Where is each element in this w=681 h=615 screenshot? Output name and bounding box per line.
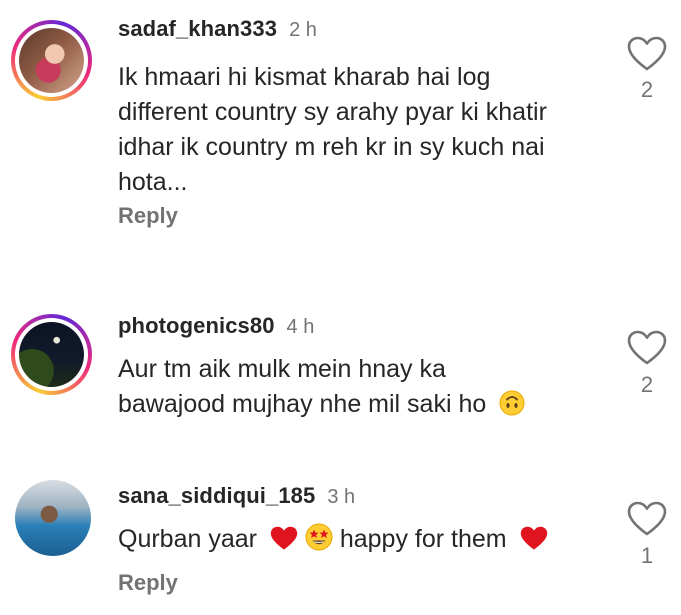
timestamp: 2 h <box>289 19 317 41</box>
username[interactable]: sadaf_khan333 <box>118 16 277 42</box>
username[interactable]: sana_siddiqui_185 <box>118 483 315 509</box>
comment-text: Ik hmaari hi kismat kharab hai log diffe… <box>118 60 598 200</box>
comment-item: sadaf_khan333 2 h Ik hmaari hi kismat kh… <box>0 0 681 260</box>
profile-photo <box>19 28 84 93</box>
comment-line: bawajood mujhay nhe mil saki ho <box>118 387 598 426</box>
username[interactable]: photogenics80 <box>118 313 275 339</box>
comment-text: Aur tm aik mulk mein hnay ka bawajood mu… <box>118 352 598 426</box>
comment-header: sadaf_khan333 2 h <box>118 16 317 42</box>
profile-photo <box>19 322 84 387</box>
star-struck-icon <box>305 523 333 561</box>
comment-line: hota... <box>118 168 188 196</box>
comment-line-text: bawajood mujhay nhe mil saki ho <box>118 390 487 418</box>
timestamp: 4 h <box>286 316 315 338</box>
comment-header: photogenics80 4 h <box>118 313 314 339</box>
profile-photo <box>15 480 91 556</box>
upside-down-face-icon <box>499 390 525 426</box>
like-heart-icon[interactable] <box>627 330 667 366</box>
like-count: 1 <box>640 543 654 568</box>
like-heart-icon[interactable] <box>627 501 667 537</box>
comment-text-part: happy for them <box>339 525 507 553</box>
reply-button[interactable]: Reply <box>118 203 178 229</box>
comment-line: idhar ik country m reh kr in sy kuch nai <box>118 133 545 161</box>
comment-text: Qurban yaar happy for them <box>118 522 598 561</box>
like-heart-icon[interactable] <box>627 36 667 72</box>
comment-item: photogenics80 4 h Aur tm aik mulk mein h… <box>0 300 681 460</box>
avatar[interactable] <box>15 480 91 556</box>
red-heart-icon <box>520 526 548 561</box>
comment-text-part: Qurban yaar <box>118 525 257 553</box>
comment-line: Aur tm aik mulk mein hnay ka <box>118 355 446 383</box>
comment-line: different country sy arahy pyar ki khati… <box>118 98 547 126</box>
timestamp: 3 h <box>327 486 356 508</box>
comment-item: sana_siddiqui_185 3 h Qurban yaar happy … <box>0 470 681 615</box>
avatar[interactable] <box>11 20 92 101</box>
comment-header: sana_siddiqui_185 3 h <box>118 483 355 509</box>
avatar[interactable] <box>11 314 92 395</box>
red-heart-icon <box>270 526 298 561</box>
like-count: 2 <box>640 372 654 397</box>
comment-line: Ik hmaari hi kismat kharab hai log <box>118 63 491 91</box>
reply-button[interactable]: Reply <box>118 570 178 596</box>
like-count: 2 <box>640 77 654 102</box>
